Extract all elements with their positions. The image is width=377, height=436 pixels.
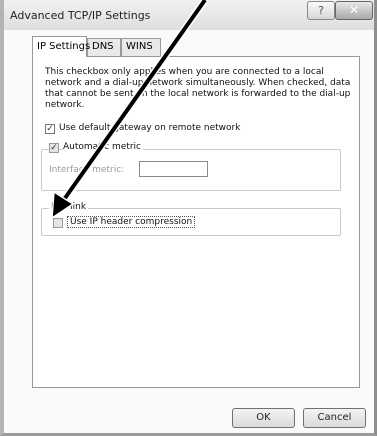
- tab-ip-settings[interactable]: IP Settings: [32, 36, 90, 57]
- pointer-arrow-icon: [51, 0, 208, 220]
